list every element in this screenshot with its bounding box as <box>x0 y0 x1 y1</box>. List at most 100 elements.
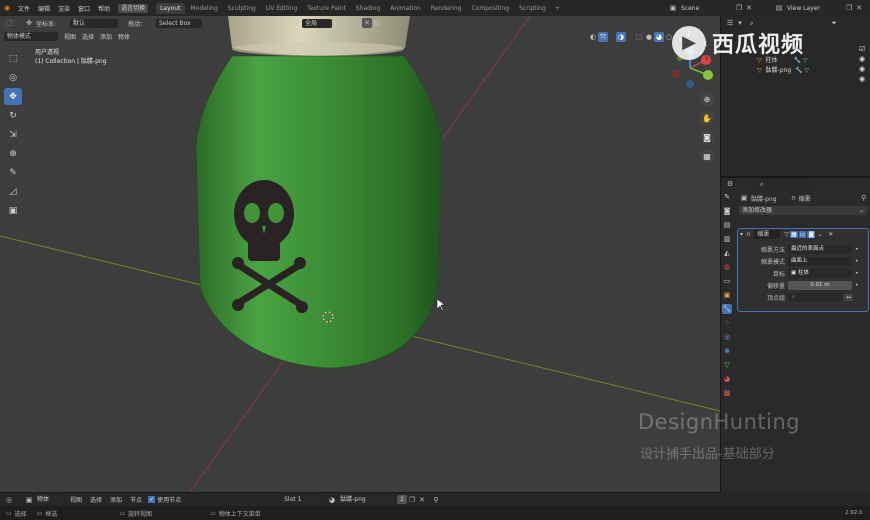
world-tab-icon[interactable]: ◍ <box>722 262 732 272</box>
scene-selector[interactable]: ▣ Scene ❐ ✕ <box>668 3 754 13</box>
bottle-object[interactable] <box>195 16 443 369</box>
add-modifier-dropdown[interactable]: 添加修改器 ⌄ <box>739 206 867 215</box>
copy-scene-icon[interactable]: ❐ <box>734 3 744 13</box>
select-box-dropdown[interactable]: Select Box <box>156 18 203 28</box>
menu-object[interactable]: 物体 <box>118 32 130 41</box>
menu-window[interactable]: 窗口 <box>78 4 90 13</box>
camera-view-icon[interactable]: ◙ <box>700 130 714 144</box>
coord-dropdown[interactable]: 默认 <box>70 18 119 28</box>
pivot-icon[interactable]: ⊹ <box>292 18 302 28</box>
outliner-item-skull-png[interactable]: ▽ 骷髅-png 🔧 ▽ <box>721 66 870 76</box>
language-switch-button[interactable]: 语言切换 <box>118 3 149 13</box>
pin-icon[interactable]: ⚲ <box>859 193 869 203</box>
view-layer-tab-icon[interactable]: ▥ <box>722 234 732 244</box>
render-tab-icon[interactable]: ◙ <box>722 206 732 216</box>
filter-icon[interactable]: ⏷ <box>829 18 839 28</box>
tab-modeling[interactable]: Modeling <box>187 3 222 14</box>
menu-help[interactable]: 帮助 <box>98 4 110 13</box>
move-tool-icon[interactable]: ✥ <box>4 88 22 105</box>
vertex-group-field[interactable]: ⁘ <box>788 292 842 302</box>
viewport-toggle-icon[interactable]: ▭ <box>798 231 807 238</box>
overlay-toggle-icon[interactable]: ✕ <box>362 18 373 28</box>
checkbox-icon[interactable]: ✓ <box>148 496 156 503</box>
eye-icon[interactable]: ◉ <box>859 64 865 74</box>
menu-view[interactable]: 视图 <box>64 32 76 41</box>
tab-uv-editing[interactable]: UV Editing <box>262 3 301 14</box>
menu-add[interactable]: 添加 <box>100 32 112 41</box>
menu-file[interactable]: 文件 <box>18 4 30 13</box>
annotate-tool-icon[interactable]: ✎ <box>4 164 22 181</box>
proportional-edit-icon[interactable]: ◎ <box>342 18 352 28</box>
material-sphere-icon[interactable]: ◕ <box>327 495 337 505</box>
editor-type-icon[interactable]: ⬚ <box>4 18 14 28</box>
pin-icon[interactable]: ⚲ <box>431 495 441 505</box>
add-workspace-button[interactable]: + <box>552 3 563 14</box>
modifier-name-field[interactable]: 缩裹 <box>754 230 781 239</box>
options-icon[interactable]: ⌇ <box>352 18 362 28</box>
copy-view-layer-icon[interactable]: ❐ <box>844 3 854 13</box>
object-tab-icon[interactable]: ▣ <box>722 290 732 300</box>
solid-shading-icon[interactable]: ● <box>644 32 654 42</box>
zoom-icon[interactable]: ⊕ <box>700 92 714 106</box>
blender-logo-icon[interactable]: ◉ <box>2 3 12 13</box>
user-count-badge[interactable]: 2 <box>397 495 407 504</box>
properties-editor-icon[interactable]: ⚙ <box>725 179 735 189</box>
overlay-icon[interactable]: ◑ <box>616 32 626 42</box>
offset-field[interactable]: 0.01 m <box>788 280 852 290</box>
wrap-mode-dropdown[interactable]: 曲面上 <box>788 256 852 266</box>
tab-scripting[interactable]: Scripting <box>515 3 550 14</box>
keyframe-dot-icon[interactable]: • <box>855 270 859 277</box>
scale-tool-icon[interactable]: ⇲ <box>4 126 22 143</box>
tab-texture-paint[interactable]: Texture Paint <box>303 3 350 14</box>
properties-search-input[interactable]: ⌕ <box>757 179 813 189</box>
close-icon[interactable]: ✕ <box>828 231 833 238</box>
pan-hand-icon[interactable]: ✋ <box>700 111 714 125</box>
menu-select[interactable]: 选择 <box>82 32 94 41</box>
invert-toggle-icon[interactable]: ↔ <box>844 293 854 301</box>
expand-icon[interactable]: ▾ <box>740 231 743 238</box>
particles-tab-icon[interactable]: ⁘ <box>722 318 732 328</box>
constraints-tab-icon[interactable]: ⊗ <box>722 346 732 356</box>
target-field[interactable]: ▣ 柱体 <box>788 268 852 278</box>
output-tab-icon[interactable]: ▤ <box>722 220 732 230</box>
tab-rendering[interactable]: Rendering <box>427 3 466 14</box>
menu-add[interactable]: 添加 <box>110 495 122 504</box>
perspective-grid-icon[interactable]: ▦ <box>700 149 714 163</box>
dropdown-icon[interactable]: ⌄ <box>817 231 822 238</box>
tab-animation[interactable]: Animation <box>386 3 425 14</box>
physics-tab-icon[interactable]: ◎ <box>722 332 732 342</box>
data-tab-icon[interactable]: ▽ <box>722 360 732 370</box>
3d-viewport[interactable]: X Z Y 用户透视 (1) Collection | 骷髅-png <box>0 16 720 492</box>
object-name[interactable]: 骷髅-png <box>751 194 777 203</box>
material-name-field[interactable]: 骷髅-png <box>337 495 398 504</box>
material-shading-icon[interactable]: ◕ <box>654 32 664 42</box>
copy-icon[interactable]: ❐ <box>407 495 417 505</box>
checkbox-icon[interactable]: ☑ <box>859 44 865 54</box>
menu-view[interactable]: 视图 <box>70 495 82 504</box>
transform-orientation-dropdown[interactable]: 全局 <box>302 18 333 28</box>
modifier-tab-icon[interactable]: 🔧 <box>722 304 732 314</box>
menu-edit[interactable]: 编辑 <box>38 4 50 13</box>
scene-tab-icon[interactable]: ◭ <box>722 248 732 258</box>
snap-icon[interactable]: ⊙ <box>332 18 342 28</box>
rotate-tool-icon[interactable]: ↻ <box>4 107 22 124</box>
keyframe-dot-icon[interactable]: • <box>855 246 859 253</box>
select-box-tool-icon[interactable]: ⬚ <box>4 50 22 67</box>
slot-dropdown[interactable]: Slot 1 <box>281 495 322 504</box>
close-view-layer-icon[interactable]: ✕ <box>854 3 864 13</box>
wrap-method-dropdown[interactable]: 最近的表面点 <box>788 244 852 254</box>
tab-sculpting[interactable]: Sculpting <box>224 3 260 14</box>
tool-tab-icon[interactable]: ✎ <box>722 192 732 202</box>
menu-render[interactable]: 渲染 <box>58 4 70 13</box>
material-tab-icon[interactable]: ◕ <box>722 374 732 384</box>
transform-tool-icon[interactable]: ⊕ <box>4 145 22 162</box>
tab-shading[interactable]: Shading <box>352 3 384 14</box>
menu-node[interactable]: 节点 <box>130 495 142 504</box>
transform-icon[interactable]: ✥ <box>24 18 34 28</box>
eye-icon[interactable]: ◉ <box>859 54 865 64</box>
render-toggle-icon[interactable]: ◙ <box>807 231 816 238</box>
tab-compositing[interactable]: Compositing <box>467 3 513 14</box>
cursor-tool-icon[interactable]: ◎ <box>4 69 22 86</box>
add-cube-tool-icon[interactable]: ▣ <box>4 202 22 219</box>
close-scene-icon[interactable]: ✕ <box>744 3 754 13</box>
